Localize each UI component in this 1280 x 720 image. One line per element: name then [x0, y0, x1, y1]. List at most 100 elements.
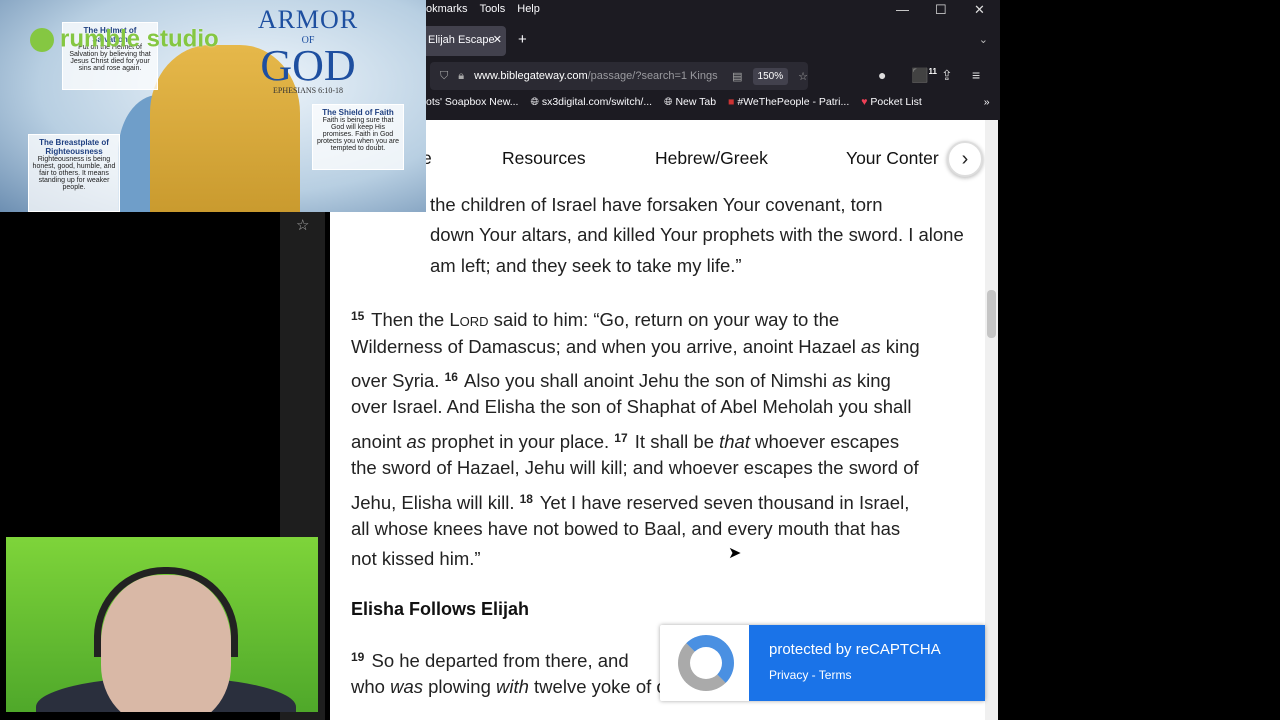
- verse-paragraph: 15 Then the Lord said to him: “Go, retur…: [351, 301, 981, 575]
- bookmarks-bar: ots' Soapbox New... 🌐︎ sx3digital.com/sw…: [426, 96, 990, 109]
- text-segment: down Your altars, and killed Your prophe…: [430, 224, 964, 246]
- text-segment: said to him: “Go, return on your way to …: [488, 309, 840, 331]
- verse-number[interactable]: 17: [614, 431, 627, 445]
- extension-icon[interactable]: ⬛11: [911, 67, 939, 84]
- web-page: e Resources Hebrew/Greek Your Conter › t…: [330, 120, 998, 720]
- bookmark-item[interactable]: ots' Soapbox New...: [426, 96, 518, 109]
- menu-tools[interactable]: Tools: [480, 3, 506, 15]
- bookmarks-overflow-icon[interactable]: »: [984, 96, 990, 109]
- verse-number[interactable]: 15: [351, 309, 364, 323]
- recaptcha-links[interactable]: Privacy - Terms: [769, 668, 965, 682]
- bookmark-item[interactable]: ♥ Pocket List: [861, 96, 922, 109]
- text-segment: king: [851, 369, 891, 391]
- text-segment: not kissed him.”: [351, 548, 481, 570]
- recaptcha-badge[interactable]: protected by reCAPTCHA Privacy - Terms: [660, 625, 985, 701]
- text-segment: plowing: [422, 676, 496, 698]
- text-segment: as: [861, 335, 881, 357]
- text-segment: It shall be: [629, 430, 720, 452]
- bookmark-item[interactable]: ■ #WeThePeople - Patri...: [728, 96, 849, 109]
- extensions-puzzle-icon[interactable]: ⇪: [941, 67, 953, 84]
- address-bar[interactable]: ⛉ 🔒︎ www.biblegateway.com/passage/?searc…: [430, 62, 808, 90]
- text-line: Jehu, Elisha will kill. 18 Yet I have re…: [351, 484, 981, 514]
- text-segment: Then the L: [366, 309, 460, 331]
- close-window-button[interactable]: ✕: [974, 2, 985, 18]
- hamburger-menu-icon[interactable]: ≡: [972, 67, 980, 83]
- text-segment: as: [406, 430, 427, 452]
- url-text[interactable]: www.biblegateway.com/passage/?search=1 K…: [474, 70, 722, 82]
- reader-view-icon[interactable]: ▤: [732, 70, 742, 83]
- browser-chrome: okmarks Tools Help — ☐ ✕ Elijah Escape ✕ …: [426, 0, 1000, 120]
- site-nav: e Resources Hebrew/Greek Your Conter ›: [330, 120, 985, 195]
- maximize-button[interactable]: ☐: [935, 2, 947, 18]
- text-segment: the sword of Hazael, Jehu will kill; and…: [351, 457, 919, 479]
- nav-resources[interactable]: Resources: [502, 148, 586, 169]
- webcam-overlay: [6, 537, 318, 712]
- text-segment: whoever escapes: [749, 430, 900, 452]
- text-line: over Syria. 16 Also you shall anoint Jeh…: [351, 362, 981, 392]
- text-line: not kissed him.”: [351, 544, 981, 574]
- text-segment: the children of Israel have forsaken You…: [430, 194, 883, 215]
- text-segment: So he departed from there, and: [366, 649, 629, 671]
- recaptcha-logo-icon: [678, 635, 734, 691]
- armor-of-god-overlay-image: ARMOR OF GOD EPHESIANS 6:10-18 The Helmet o…: [0, 0, 426, 212]
- lock-icon[interactable]: 🔒︎: [458, 70, 464, 83]
- tab-list-chevron-icon[interactable]: ⌄: [979, 33, 988, 46]
- menu-bar: okmarks Tools Help: [426, 3, 540, 15]
- nav-your-content[interactable]: Your Conter: [846, 148, 939, 169]
- text-segment: who: [351, 676, 391, 698]
- minimize-button[interactable]: —: [896, 2, 909, 17]
- verse-number[interactable]: 16: [445, 370, 458, 384]
- verse-number[interactable]: 19: [351, 650, 364, 664]
- rumble-studio-text: rumble studio: [60, 25, 219, 53]
- text-segment: am left; and they seek to take my life.”: [430, 254, 742, 276]
- text-segment: prophet in your place.: [426, 430, 615, 452]
- bookmark-item[interactable]: 🌐︎ New Tab: [664, 96, 716, 109]
- text-segment: all whose knees have not bowed to Baal, …: [351, 517, 901, 539]
- text-segment: ord: [459, 309, 489, 331]
- text-segment: over Syria.: [351, 369, 445, 391]
- menu-bookmarks[interactable]: okmarks: [426, 3, 468, 15]
- bookmark-item[interactable]: 🌐︎ sx3digital.com/switch/...: [530, 96, 652, 109]
- text-line: the sword of Hazael, Jehu will kill; and…: [351, 453, 981, 483]
- section-heading: Elisha Follows Elijah: [351, 598, 530, 619]
- scrollbar-thumb[interactable]: [987, 290, 996, 338]
- text-segment: as: [832, 369, 852, 391]
- tab-active[interactable]: Elijah Escape ✕: [426, 26, 506, 56]
- scrollbar[interactable]: [985, 120, 998, 720]
- text-segment: anoint: [351, 430, 407, 452]
- text-segment: with: [496, 676, 529, 698]
- text-segment: Wilderness of Damascus; and when you arr…: [351, 335, 862, 357]
- zoom-level[interactable]: 150%: [752, 67, 789, 85]
- armor-title: ARMOR OF GOD EPHESIANS 6:10-18: [257, 5, 359, 95]
- nav-hebrew-greek[interactable]: Hebrew/Greek: [655, 148, 768, 169]
- menu-help[interactable]: Help: [517, 3, 540, 15]
- verse-number[interactable]: 18: [520, 492, 533, 506]
- text-segment: over Israel. And Elisha the son of Shaph…: [351, 396, 912, 418]
- rumble-play-icon: [30, 27, 54, 52]
- text-segment: that: [719, 430, 750, 452]
- text-segment: Yet I have reserved seven thousand in Is…: [534, 491, 910, 513]
- text-line: Wilderness of Damascus; and when you arr…: [351, 332, 981, 362]
- text-segment: king: [880, 335, 920, 357]
- nav-next-arrow-icon[interactable]: ›: [947, 141, 983, 177]
- text-line: all whose knees have not bowed to Baal, …: [351, 514, 981, 544]
- text-line: over Israel. And Elisha the son of Shaph…: [351, 392, 981, 422]
- tab-title: Elijah Escape: [428, 34, 495, 46]
- text-line: down Your altars, and killed Your prophe…: [430, 220, 981, 250]
- profile-icon[interactable]: ●: [878, 67, 886, 83]
- recaptcha-title: protected by reCAPTCHA: [769, 641, 941, 658]
- mouse-cursor-icon: ➤: [728, 545, 742, 562]
- shield-icon[interactable]: ⛉: [440, 70, 448, 83]
- text-line: anoint as prophet in your place. 17 It s…: [351, 423, 981, 453]
- shield-box: The Shield of Faith Faith is being sure t…: [312, 104, 404, 170]
- rumble-studio-logo: rumble studio: [30, 25, 219, 54]
- new-tab-button[interactable]: +: [518, 31, 527, 48]
- text-segment: was: [390, 676, 423, 698]
- text-line: 15 Then the Lord said to him: “Go, retur…: [351, 301, 981, 331]
- text-line: the children of Israel have forsaken You…: [430, 190, 981, 220]
- text-line: am left; and they seek to take my life.”: [430, 251, 981, 281]
- breastplate-box: The Breastplate of Righteousness Righteou…: [28, 134, 120, 212]
- star-icon[interactable]: ☆: [296, 216, 309, 234]
- close-tab-icon[interactable]: ✕: [493, 33, 502, 46]
- bookmark-star-icon[interactable]: ☆: [798, 70, 808, 83]
